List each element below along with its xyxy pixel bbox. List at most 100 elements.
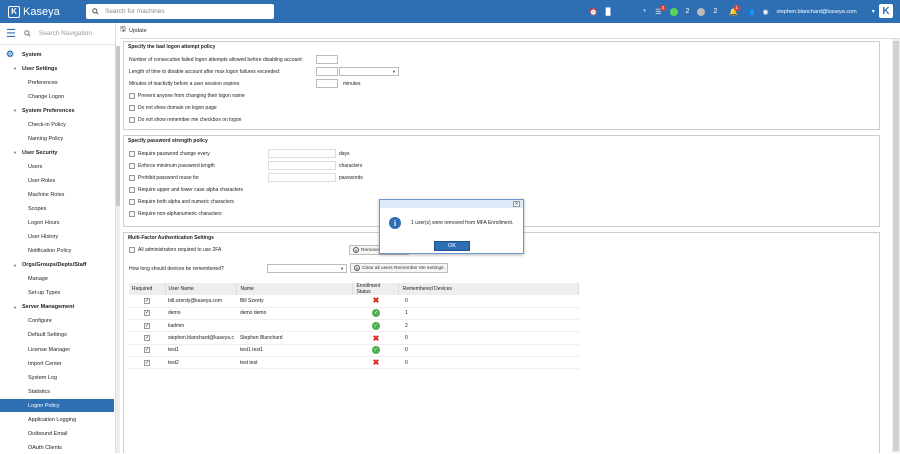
minutes-label: minutes [343, 81, 361, 87]
user-email[interactable]: stephen.blanchard@kaseya.com [777, 9, 857, 15]
clear-remember-button[interactable]: ✕ Clear all users Remember Me settings [350, 263, 448, 273]
sidebar-item-user-settings[interactable]: ▼ User Settings [0, 62, 114, 75]
sidebar-item-label: Manage [28, 276, 48, 283]
table-row[interactable]: ✓ stephen.blanchard@kaseya.c Stephen Blanc… [129, 331, 579, 345]
clock-icon[interactable]: ⏰ [589, 8, 598, 16]
network-icon[interactable]: ♆ [642, 8, 647, 15]
sidebar-item-set-up-types[interactable]: Set-up Types [0, 287, 114, 300]
non-alnum-checkbox[interactable] [129, 211, 135, 217]
remember-duration-select[interactable]: ▼ [267, 264, 347, 273]
sidebar-item-machine-roles[interactable]: Machine Roles [0, 188, 114, 201]
reuse-input[interactable] [268, 173, 336, 182]
sidebar-item-default-settings[interactable]: Default Settings [0, 329, 114, 342]
table-row[interactable]: ✓ demo demo demo ✓ 1 [129, 307, 579, 321]
close-icon[interactable]: ✕ [513, 201, 520, 207]
column-header[interactable]: Name [236, 283, 354, 295]
main-scrollbar-thumb[interactable] [893, 41, 899, 451]
sidebar-item-orgs-groups-depts-staff[interactable]: ▼ Orgs/Groups/Depts/Staff [0, 259, 114, 272]
remember-question: How long should devices be remembered? [129, 266, 224, 272]
required-checkbox[interactable]: ✓ [144, 359, 150, 366]
reuse-label: Prohibit password reuse for [138, 175, 199, 181]
sidebar-item-user-security[interactable]: ▼ User Security [0, 146, 114, 159]
table-row[interactable]: ✓ kadmin ✓ 2 [129, 319, 579, 333]
remembered-devices-cell: 1 [398, 307, 579, 321]
sidebar-item-label: Notification Policy [28, 248, 72, 255]
sidebar-item-users[interactable]: Users [0, 160, 114, 173]
reuse-checkbox[interactable] [129, 175, 135, 181]
document-icon[interactable]: ▉ [606, 8, 611, 16]
table-row[interactable]: ✓ test1 test1 test1 ✓ 0 [129, 344, 579, 357]
kaseya-logo[interactable]: K Kaseya [8, 4, 68, 19]
sidebar-item-oauth-clients[interactable]: OAuth Clients [0, 441, 114, 454]
sidebar-item-system-preferences[interactable]: ▼ System Preferences [0, 104, 114, 117]
ok-button[interactable]: OK [434, 241, 470, 251]
sidebar-item-application-logging[interactable]: Application Logging [0, 413, 114, 426]
name-cell: Bill Szerdy [236, 295, 353, 308]
sidebar-item-check-in-policy[interactable]: Check-in Policy [0, 118, 114, 131]
remembered-devices-cell: 0 [398, 344, 579, 357]
sidebar-item-label: Check-in Policy [28, 121, 66, 128]
sidebar-item-preferences[interactable]: Preferences [0, 76, 114, 89]
sidebar-item-configure[interactable]: Configure [0, 315, 114, 328]
update-button[interactable]: Update [129, 28, 147, 34]
sidebar-item-user-history[interactable]: User History [0, 231, 114, 244]
machine-search[interactable]: Search for machines [86, 4, 274, 19]
tasks-icon[interactable]: ☰ 3 [655, 4, 666, 16]
required-checkbox[interactable]: ✓ [144, 347, 150, 354]
required-checkbox[interactable]: ✓ [144, 297, 150, 304]
save-icon[interactable]: 🖫 [120, 25, 126, 36]
hamburger-icon[interactable]: ☰ [6, 27, 16, 40]
password-change-checkbox[interactable] [129, 151, 135, 157]
column-header[interactable]: Required [129, 283, 166, 295]
sidebar-item-system[interactable]: ⚙ System [0, 48, 114, 61]
sidebar-item-label: Orgs/Groups/Depts/Staff [22, 262, 87, 269]
sidebar-item-naming-policy[interactable]: Naming Policy [0, 132, 114, 145]
sidebar-item-server-management[interactable]: ▼ Server Management [0, 301, 114, 314]
min-length-checkbox[interactable] [129, 163, 135, 169]
users-icon[interactable]: 👥 [746, 8, 755, 16]
hide-domain-checkbox[interactable] [129, 105, 135, 111]
upper-lower-checkbox[interactable] [129, 187, 135, 193]
required-checkbox[interactable]: ✓ [144, 322, 150, 329]
sidebar-item-outbound-email[interactable]: Outbound Email [0, 427, 114, 440]
sidebar-item-license-manager[interactable]: License Manager [0, 343, 114, 356]
nav-search-placeholder: Search Navigation [38, 30, 92, 37]
nav-search[interactable]: ☰ Search Navigation [0, 23, 115, 45]
failed-attempts-label: Number of consecutive failed logon attem… [129, 57, 303, 63]
chevron-down-icon[interactable]: ▼ [871, 9, 876, 15]
column-header[interactable]: Remembered Devices [398, 283, 579, 295]
sidebar-item-scopes[interactable]: Scopes [0, 203, 114, 216]
name-cell: demo demo [236, 307, 353, 321]
failed-attempts-input[interactable] [316, 55, 338, 64]
sidebar-item-label: User History [28, 234, 59, 241]
require-2fa-checkbox[interactable] [129, 247, 135, 253]
clear-remember-label: Clear all users Remember Me settings [362, 265, 444, 271]
min-length-input[interactable] [268, 161, 336, 170]
sidebar-item-manage[interactable]: Manage [0, 273, 114, 286]
sidebar-item-system-log[interactable]: System Log [0, 371, 114, 384]
inactivity-input[interactable] [316, 79, 338, 88]
required-checkbox[interactable]: ✓ [144, 335, 150, 342]
column-header[interactable]: User Name [165, 283, 238, 295]
sidebar-item-logon-hours[interactable]: Logon Hours [0, 217, 114, 230]
sidebar-item-notification-policy[interactable]: Notification Policy [0, 245, 114, 258]
sidebar-item-import-center[interactable]: Import Center [0, 357, 114, 370]
sidebar-item-user-roles[interactable]: User Roles [0, 174, 114, 187]
alpha-numeric-checkbox[interactable] [129, 199, 135, 205]
required-checkbox[interactable]: ✓ [144, 310, 150, 317]
table-row[interactable]: ✓ test2 test test ✖ 0 [129, 356, 579, 370]
table-row[interactable]: ✓ bill.szerdy@kaseya.com Bill Szerdy ✖ 0 [129, 295, 579, 308]
column-header[interactable]: Enrollment Status [352, 283, 400, 295]
sidebar: ☰ Search Navigation ⚙ System ▼ User Setti… [0, 23, 116, 453]
sidebar-item-logon-policy[interactable]: Logon Policy [0, 399, 114, 413]
prevent-rename-checkbox[interactable] [129, 93, 135, 99]
hide-remember-checkbox[interactable] [129, 117, 135, 123]
password-change-input[interactable] [268, 149, 336, 158]
bell-icon[interactable]: 🔔 1 [729, 4, 740, 16]
sidebar-item-statistics[interactable]: Statistics [0, 385, 114, 398]
user-avatar-icon[interactable]: ◉ [762, 8, 768, 16]
disable-length-input[interactable] [316, 67, 338, 76]
k-launcher-button[interactable]: K [879, 4, 893, 18]
disable-unit-select[interactable]: ▼ [339, 67, 399, 76]
sidebar-item-change-logon[interactable]: Change Logon [0, 90, 114, 103]
